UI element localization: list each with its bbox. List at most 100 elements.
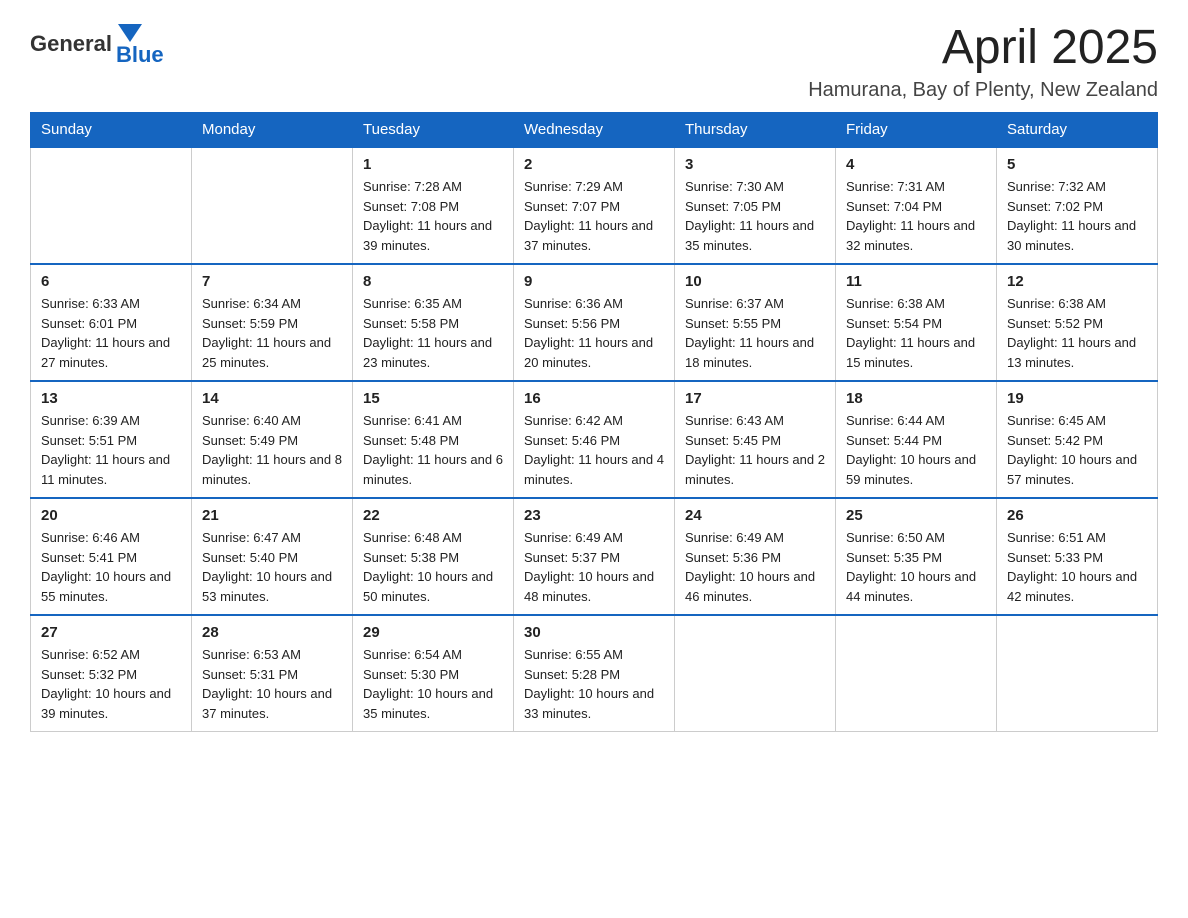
logo-triangle-icon	[118, 24, 142, 42]
sun-info: Sunrise: 6:37 AMSunset: 5:55 PMDaylight:…	[685, 294, 825, 372]
calendar-week-row: 20 Sunrise: 6:46 AMSunset: 5:41 PMDayligh…	[31, 498, 1158, 615]
calendar-header-friday: Friday	[836, 113, 997, 148]
day-number: 25	[846, 507, 986, 524]
sun-info: Sunrise: 6:38 AMSunset: 5:54 PMDaylight:…	[846, 294, 986, 372]
sun-info: Sunrise: 6:43 AMSunset: 5:45 PMDaylight:…	[685, 411, 825, 489]
calendar-cell: 29Sunrise: 6:54 AMSunset: 5:30 PMDayligh…	[353, 615, 514, 732]
calendar-header-tuesday: Tuesday	[353, 113, 514, 148]
day-number: 7	[202, 273, 342, 290]
sun-info: Sunrise: 6:34 AMSunset: 5:59 PMDaylight:…	[202, 294, 342, 372]
day-number: 30	[524, 624, 664, 641]
month-year-title: April 2025	[808, 20, 1158, 75]
calendar-cell	[836, 615, 997, 732]
calendar-cell	[675, 615, 836, 732]
day-number: 23	[524, 507, 664, 524]
sun-info: Sunrise: 6:38 AMSunset: 5:52 PMDaylight:…	[1007, 294, 1147, 372]
calendar-cell: 2Sunrise: 7:29 AMSunset: 7:07 PMDaylight…	[514, 147, 675, 264]
calendar-cell: 16Sunrise: 6:42 AMSunset: 5:46 PMDayligh…	[514, 381, 675, 498]
day-number: 6	[41, 273, 181, 290]
sun-info: Sunrise: 7:31 AMSunset: 7:04 PMDaylight:…	[846, 177, 986, 255]
calendar-cell: 28Sunrise: 6:53 AMSunset: 5:31 PMDayligh…	[192, 615, 353, 732]
calendar-cell: 5 Sunrise: 7:32 AMSunset: 7:02 PMDaylight…	[997, 147, 1158, 264]
day-number: 10	[685, 273, 825, 290]
calendar-table: SundayMondayTuesdayWednesdayThursdayFrid…	[30, 112, 1158, 732]
day-number: 19	[1007, 390, 1147, 407]
day-number: 22	[363, 507, 503, 524]
sun-info: Sunrise: 6:47 AMSunset: 5:40 PMDaylight:…	[202, 528, 342, 606]
sun-info: Sunrise: 6:55 AMSunset: 5:28 PMDaylight:…	[524, 645, 664, 723]
calendar-cell: 21 Sunrise: 6:47 AMSunset: 5:40 PMDayligh…	[192, 498, 353, 615]
sun-info: Sunrise: 6:33 AMSunset: 6:01 PMDaylight:…	[41, 294, 181, 372]
day-number: 20	[41, 507, 181, 524]
day-number: 12	[1007, 273, 1147, 290]
calendar-cell: 14Sunrise: 6:40 AMSunset: 5:49 PMDayligh…	[192, 381, 353, 498]
calendar-header-row: SundayMondayTuesdayWednesdayThursdayFrid…	[31, 113, 1158, 148]
sun-info: Sunrise: 6:39 AMSunset: 5:51 PMDaylight:…	[41, 411, 181, 489]
calendar-cell: 6 Sunrise: 6:33 AMSunset: 6:01 PMDaylight…	[31, 264, 192, 381]
sun-info: Sunrise: 6:41 AMSunset: 5:48 PMDaylight:…	[363, 411, 503, 489]
sun-info: Sunrise: 6:48 AMSunset: 5:38 PMDaylight:…	[363, 528, 503, 606]
calendar-header-saturday: Saturday	[997, 113, 1158, 148]
calendar-cell: 11 Sunrise: 6:38 AMSunset: 5:54 PMDayligh…	[836, 264, 997, 381]
calendar-cell: 17Sunrise: 6:43 AMSunset: 5:45 PMDayligh…	[675, 381, 836, 498]
day-number: 8	[363, 273, 503, 290]
calendar-cell: 10 Sunrise: 6:37 AMSunset: 5:55 PMDayligh…	[675, 264, 836, 381]
calendar-week-row: 13 Sunrise: 6:39 AMSunset: 5:51 PMDayligh…	[31, 381, 1158, 498]
day-number: 4	[846, 156, 986, 173]
logo-text-blue: Blue	[116, 42, 164, 68]
sun-info: Sunrise: 6:49 AMSunset: 5:36 PMDaylight:…	[685, 528, 825, 606]
day-number: 9	[524, 273, 664, 290]
calendar-cell: 7 Sunrise: 6:34 AMSunset: 5:59 PMDaylight…	[192, 264, 353, 381]
day-number: 21	[202, 507, 342, 524]
calendar-header-sunday: Sunday	[31, 113, 192, 148]
calendar-cell: 1 Sunrise: 7:28 AMSunset: 7:08 PMDaylight…	[353, 147, 514, 264]
day-number: 18	[846, 390, 986, 407]
logo: General Blue	[30, 20, 164, 68]
calendar-cell: 3 Sunrise: 7:30 AMSunset: 7:05 PMDaylight…	[675, 147, 836, 264]
calendar-week-row: 1 Sunrise: 7:28 AMSunset: 7:08 PMDaylight…	[31, 147, 1158, 264]
sun-info: Sunrise: 6:40 AMSunset: 5:49 PMDaylight:…	[202, 411, 342, 489]
day-number: 11	[846, 273, 986, 290]
calendar-cell: 19 Sunrise: 6:45 AMSunset: 5:42 PMDayligh…	[997, 381, 1158, 498]
day-number: 13	[41, 390, 181, 407]
calendar-cell: 9 Sunrise: 6:36 AMSunset: 5:56 PMDaylight…	[514, 264, 675, 381]
day-number: 27	[41, 624, 181, 641]
day-number: 1	[363, 156, 503, 173]
sun-info: Sunrise: 7:32 AMSunset: 7:02 PMDaylight:…	[1007, 177, 1147, 255]
calendar-cell: 25 Sunrise: 6:50 AMSunset: 5:35 PMDayligh…	[836, 498, 997, 615]
page-header: General Blue April 2025 Hamurana, Bay of…	[30, 20, 1158, 102]
calendar-week-row: 27 Sunrise: 6:52 AMSunset: 5:32 PMDayligh…	[31, 615, 1158, 732]
sun-info: Sunrise: 6:44 AMSunset: 5:44 PMDaylight:…	[846, 411, 986, 489]
sun-info: Sunrise: 6:35 AMSunset: 5:58 PMDaylight:…	[363, 294, 503, 372]
sun-info: Sunrise: 6:36 AMSunset: 5:56 PMDaylight:…	[524, 294, 664, 372]
day-number: 29	[363, 624, 503, 641]
calendar-cell: 30 Sunrise: 6:55 AMSunset: 5:28 PMDayligh…	[514, 615, 675, 732]
day-number: 15	[363, 390, 503, 407]
sun-info: Sunrise: 6:46 AMSunset: 5:41 PMDaylight:…	[41, 528, 181, 606]
sun-info: Sunrise: 6:52 AMSunset: 5:32 PMDaylight:…	[41, 645, 181, 723]
sun-info: Sunrise: 7:30 AMSunset: 7:05 PMDaylight:…	[685, 177, 825, 255]
day-number: 3	[685, 156, 825, 173]
calendar-cell: 23 Sunrise: 6:49 AMSunset: 5:37 PMDayligh…	[514, 498, 675, 615]
day-number: 5	[1007, 156, 1147, 173]
sun-info: Sunrise: 6:45 AMSunset: 5:42 PMDaylight:…	[1007, 411, 1147, 489]
calendar-cell: 4 Sunrise: 7:31 AMSunset: 7:04 PMDaylight…	[836, 147, 997, 264]
sun-info: Sunrise: 7:29 AMSunset: 7:07 PMDaylight:…	[524, 177, 664, 255]
sun-info: Sunrise: 7:28 AMSunset: 7:08 PMDaylight:…	[363, 177, 503, 255]
calendar-cell: 22 Sunrise: 6:48 AMSunset: 5:38 PMDayligh…	[353, 498, 514, 615]
sun-info: Sunrise: 6:50 AMSunset: 5:35 PMDaylight:…	[846, 528, 986, 606]
calendar-week-row: 6 Sunrise: 6:33 AMSunset: 6:01 PMDaylight…	[31, 264, 1158, 381]
sun-info: Sunrise: 6:51 AMSunset: 5:33 PMDaylight:…	[1007, 528, 1147, 606]
calendar-cell	[31, 147, 192, 264]
calendar-cell: 8 Sunrise: 6:35 AMSunset: 5:58 PMDaylight…	[353, 264, 514, 381]
calendar-cell: 12 Sunrise: 6:38 AMSunset: 5:52 PMDayligh…	[997, 264, 1158, 381]
calendar-cell: 15 Sunrise: 6:41 AMSunset: 5:48 PMDayligh…	[353, 381, 514, 498]
day-number: 16	[524, 390, 664, 407]
calendar-header-thursday: Thursday	[675, 113, 836, 148]
calendar-header-wednesday: Wednesday	[514, 113, 675, 148]
calendar-header-monday: Monday	[192, 113, 353, 148]
sun-info: Sunrise: 6:49 AMSunset: 5:37 PMDaylight:…	[524, 528, 664, 606]
logo-text-general: General	[30, 31, 112, 57]
calendar-cell	[997, 615, 1158, 732]
calendar-cell: 20 Sunrise: 6:46 AMSunset: 5:41 PMDayligh…	[31, 498, 192, 615]
